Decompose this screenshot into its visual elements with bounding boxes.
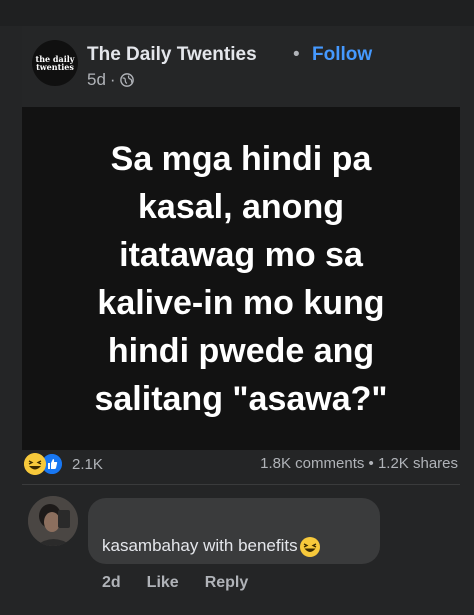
post-image-text: Sa mga hindi pa kasal, anong itatawag mo… xyxy=(94,139,388,418)
post-stats: 2.1K 1.8K comments • 1.2K shares xyxy=(22,452,460,480)
post-time[interactable]: 5d xyxy=(87,70,106,90)
comments-shares-count[interactable]: 1.8K comments • 1.2K shares xyxy=(260,455,458,472)
post-image[interactable]: Sa mga hindi pa kasal, anong itatawag mo… xyxy=(22,107,460,450)
top-bar xyxy=(0,0,474,26)
post-meta: 5d · xyxy=(87,70,134,90)
avatar-image xyxy=(28,496,78,546)
page-logo[interactable]: the daily twenties xyxy=(32,40,78,86)
post-card: the daily twenties The Daily Twenties • … xyxy=(22,26,460,450)
follow-button[interactable]: Follow xyxy=(312,44,372,66)
comment-text: kasambahay with benefits xyxy=(102,536,298,555)
globe-icon xyxy=(119,73,134,87)
avatar[interactable] xyxy=(28,496,78,546)
reaction-count: 2.1K xyxy=(72,455,103,473)
logo-line-2: twenties xyxy=(36,62,74,72)
haha-icon xyxy=(24,453,46,475)
reactions-summary[interactable]: 2.1K xyxy=(24,452,103,476)
reply-button[interactable]: Reply xyxy=(205,574,249,592)
page-name[interactable]: The Daily Twenties xyxy=(87,44,257,66)
like-button[interactable]: Like xyxy=(147,574,179,592)
comment-actions: 2d Like Reply xyxy=(102,574,248,592)
comment-bubble[interactable]: kasambahay with benefits xyxy=(88,498,380,564)
comment-text-line: kasambahay with benefits xyxy=(102,536,320,557)
grinning-squinting-face-icon xyxy=(299,536,320,557)
divider xyxy=(22,484,460,485)
meta-separator: · xyxy=(109,70,116,89)
header-separator: • xyxy=(293,44,300,65)
post-header: the daily twenties The Daily Twenties • … xyxy=(22,26,460,106)
comment-time[interactable]: 2d xyxy=(102,574,121,592)
